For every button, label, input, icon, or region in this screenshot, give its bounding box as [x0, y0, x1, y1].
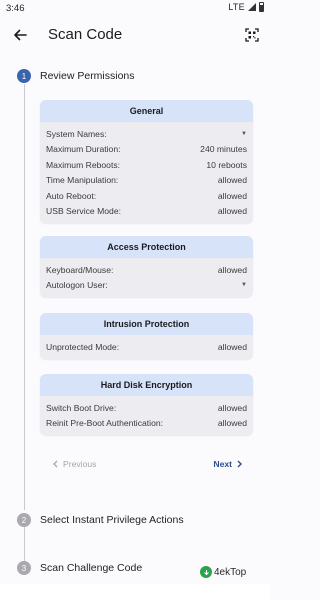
signal-icon: [248, 3, 256, 11]
arrow-left-icon: [14, 29, 27, 41]
permission-row: Maximum Duration: 240 minutes: [46, 142, 247, 158]
step-1-title[interactable]: Review Permissions: [40, 70, 135, 82]
chevron-left-icon: [53, 460, 58, 468]
card-title: Intrusion Protection: [40, 313, 253, 335]
permission-label: Switch Boot Drive:: [46, 402, 117, 413]
qr-scan-button[interactable]: [240, 23, 264, 47]
permission-value: allowed: [217, 206, 247, 217]
permission-value: allowed: [217, 264, 247, 275]
permission-label: Maximum Reboots:: [46, 159, 121, 170]
dropdown-caret-icon[interactable]: ▼: [241, 282, 247, 288]
permission-value: 240 minutes: [200, 144, 247, 155]
status-time: 3:46: [6, 3, 25, 14]
watermark-logo-icon: [200, 566, 212, 578]
step-3-indicator: 3: [17, 561, 31, 575]
page-title: Scan Code: [48, 26, 123, 43]
permission-value: allowed: [217, 341, 247, 352]
permission-row: Time Manipulation: allowed: [46, 173, 247, 189]
permission-row: Keyboard/Mouse: allowed: [46, 262, 247, 278]
permission-row: Auto Reboot: allowed: [46, 188, 247, 204]
general-card: General System Names: ▼ Maximum Duration…: [40, 100, 253, 223]
access-protection-card: Access Protection Keyboard/Mouse: allowe…: [40, 236, 253, 297]
stepper-pager: Previous Next: [40, 456, 253, 476]
permission-row: Reinit Pre-Boot Authentication: allowed: [46, 416, 247, 432]
permission-row: Unprotected Mode: allowed: [46, 339, 247, 355]
permission-row: Maximum Reboots: 10 reboots: [46, 157, 247, 173]
permission-row: Autologon User: ▼: [46, 278, 247, 294]
previous-label: Previous: [63, 459, 97, 469]
intrusion-protection-card: Intrusion Protection Unprotected Mode: a…: [40, 313, 253, 359]
next-label: Next: [213, 459, 232, 469]
permission-label: Autologon User:: [46, 280, 108, 291]
dropdown-caret-icon[interactable]: ▼: [241, 131, 247, 137]
permission-label: Auto Reboot:: [46, 190, 97, 201]
permission-label: Keyboard/Mouse:: [46, 264, 114, 275]
step-3-title[interactable]: Scan Challenge Code: [40, 562, 142, 574]
chevron-right-icon: [237, 460, 242, 468]
status-bar: 3:46 LTE: [0, 0, 270, 18]
stepper-connector: [23, 527, 25, 561]
card-title: General: [40, 100, 253, 122]
qr-code-scanner-icon: [245, 28, 259, 42]
permission-label: Maximum Duration:: [46, 144, 121, 155]
next-button[interactable]: Next: [213, 459, 243, 469]
battery-icon: [259, 2, 264, 12]
permission-value: allowed: [217, 418, 247, 429]
back-button[interactable]: [8, 23, 32, 47]
status-icons: LTE: [228, 2, 264, 12]
step-2-indicator: 2: [17, 513, 31, 527]
card-title: Hard Disk Encryption: [40, 374, 253, 396]
watermark-text: 4ekTop: [214, 566, 247, 578]
hard-disk-encryption-card: Hard Disk Encryption Switch Boot Drive: …: [40, 374, 253, 435]
previous-button[interactable]: Previous: [52, 459, 96, 469]
network-type: LTE: [228, 2, 245, 12]
step-2-title[interactable]: Select Instant Privilege Actions: [40, 514, 184, 526]
permission-label: Unprotected Mode:: [46, 341, 120, 352]
permission-row: Switch Boot Drive: allowed: [46, 400, 247, 416]
permission-value: allowed: [217, 175, 247, 186]
card-title: Access Protection: [40, 236, 253, 258]
permission-label: Time Manipulation:: [46, 175, 119, 186]
step-1-indicator: 1: [17, 69, 31, 83]
permission-value: allowed: [217, 402, 247, 413]
permission-row: USB Service Mode: allowed: [46, 204, 247, 220]
stepper-connector: [23, 84, 25, 510]
permission-label: Reinit Pre-Boot Authentication:: [46, 418, 164, 429]
permission-value: allowed: [217, 190, 247, 201]
permission-label: USB Service Mode:: [46, 206, 121, 217]
permission-label: System Names:: [46, 128, 107, 139]
permission-row: System Names: ▼: [46, 126, 247, 142]
system-nav-bar: [0, 584, 270, 600]
permission-value: 10 reboots: [206, 159, 247, 170]
app-bar: Scan Code: [0, 18, 270, 52]
watermark: 4ekTop: [200, 566, 246, 578]
